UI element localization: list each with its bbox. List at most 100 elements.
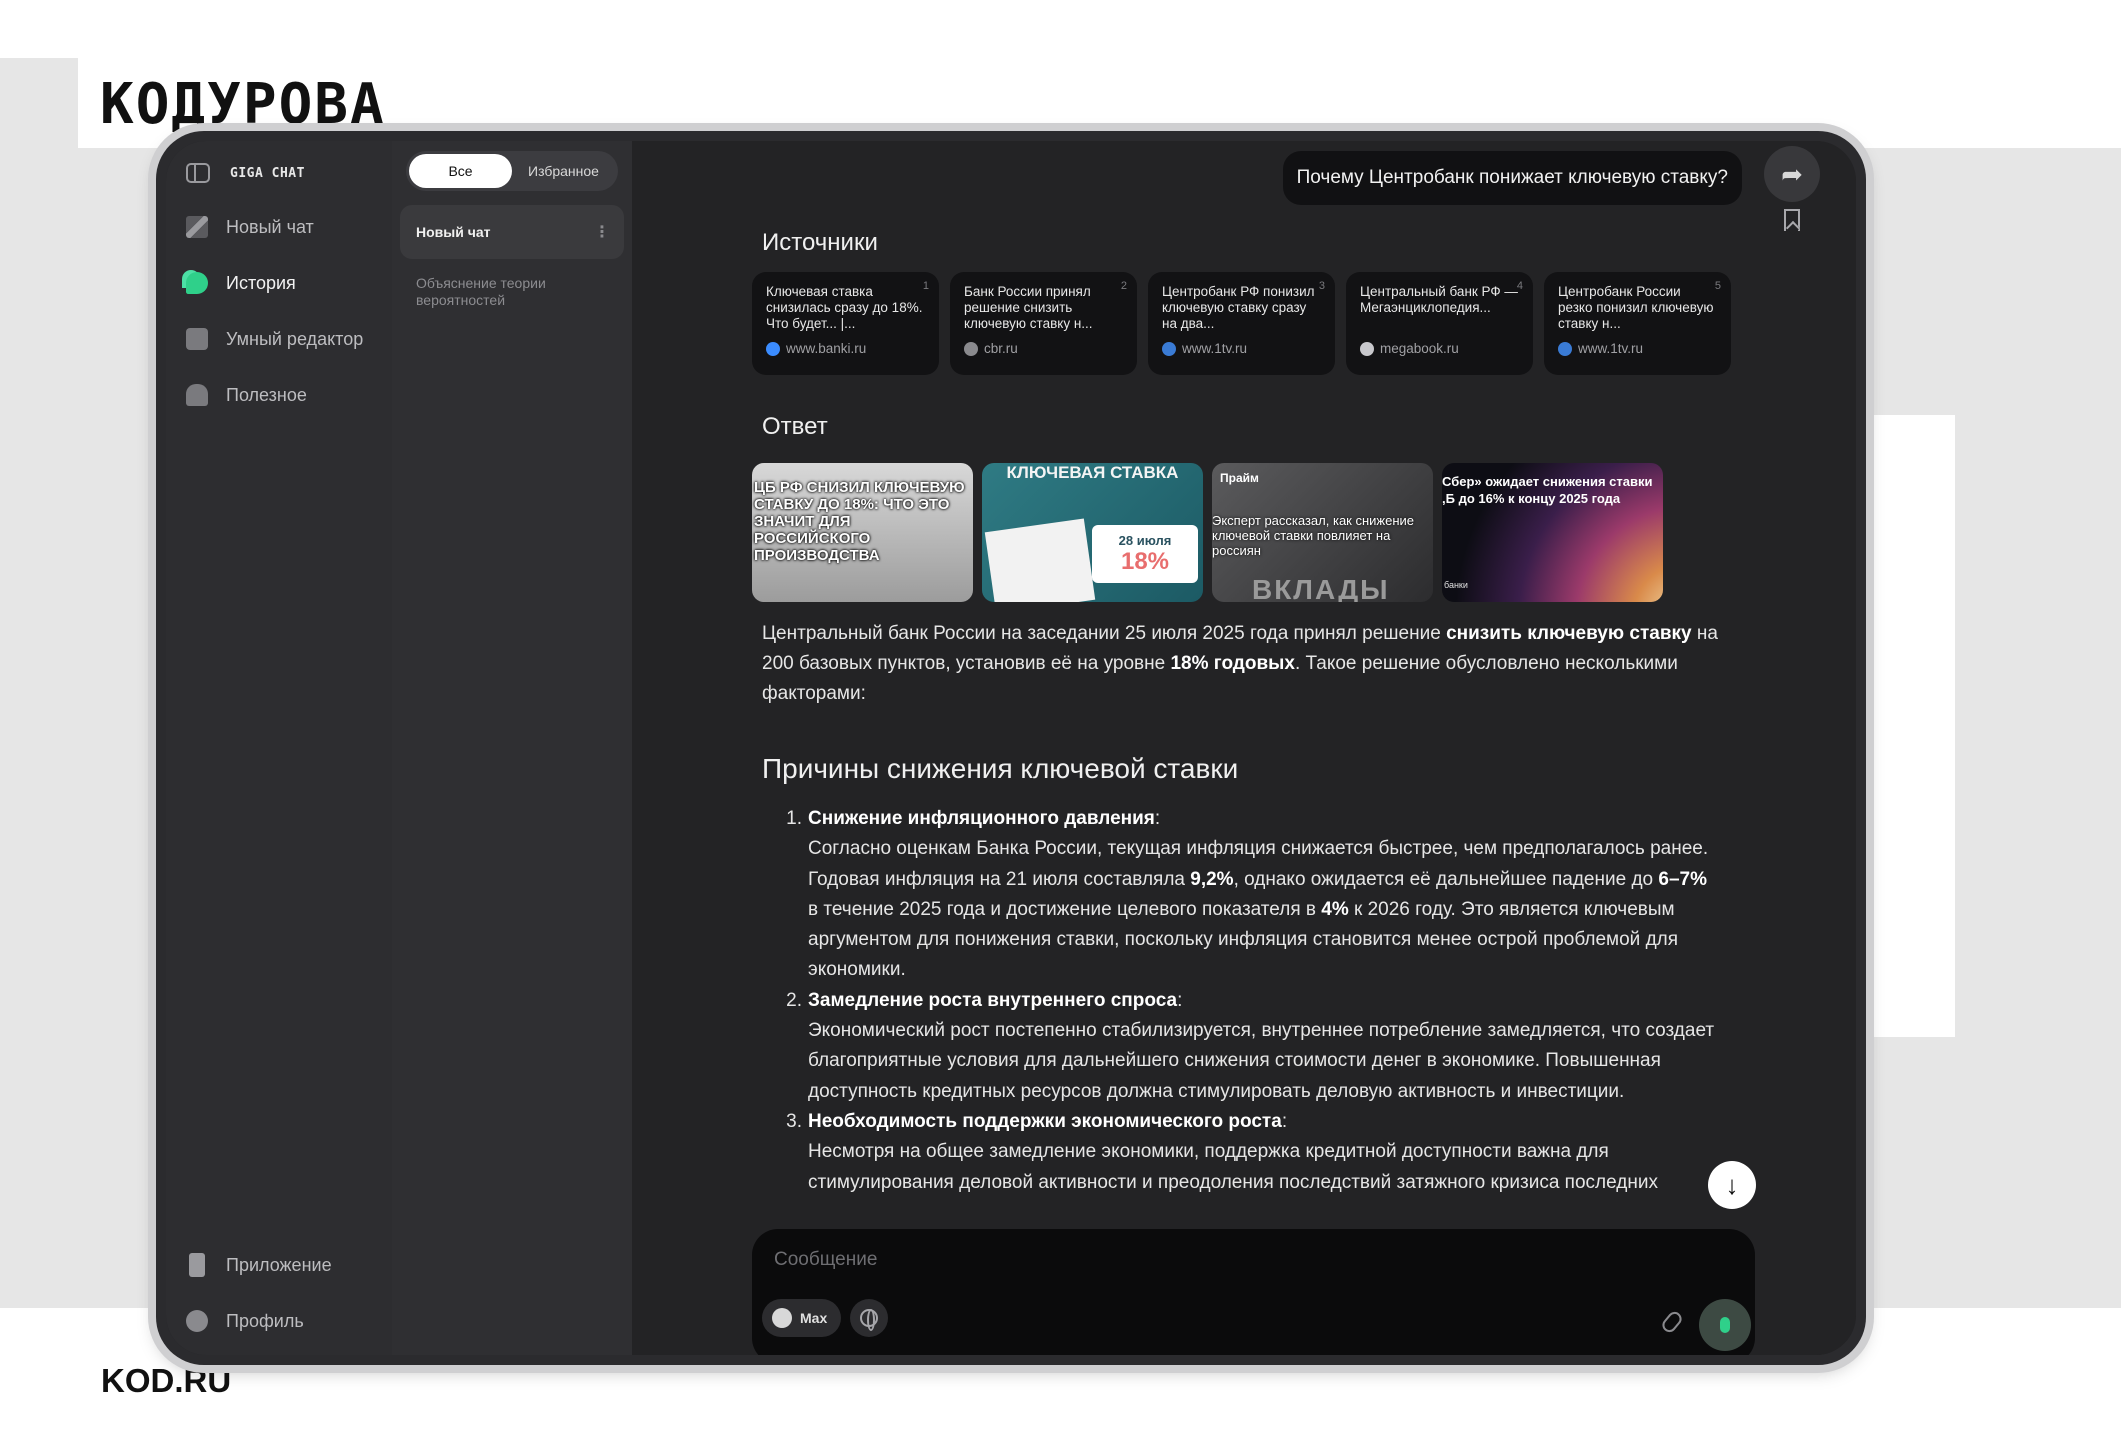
profile-icon bbox=[186, 1310, 208, 1332]
list-number: 3. bbox=[786, 1110, 802, 1132]
reasons-heading: Причины снижения ключевой ставки bbox=[762, 753, 1239, 784]
sidebar-item-profile[interactable]: Профиль bbox=[166, 1293, 392, 1349]
image-caption: Эксперт рассказал, как снижение ключевой… bbox=[1212, 513, 1415, 558]
source-card[interactable]: 4 Центральный банк РФ — Мегаэнциклопедия… bbox=[1346, 272, 1533, 375]
user-message: Почему Центробанк понижает ключевую став… bbox=[1282, 151, 1742, 205]
sidebar-item-new-chat[interactable]: Новый чат bbox=[166, 199, 392, 255]
image-logo: банки bbox=[1444, 580, 1468, 590]
background-panel-left bbox=[0, 58, 78, 1308]
history-item-active[interactable]: Новый чат ⋮ bbox=[400, 205, 624, 259]
sidebar-item-app[interactable]: Приложение bbox=[166, 1237, 392, 1293]
device-frame: GIGA CHAT Новый чат История Умный редакт… bbox=[156, 131, 1866, 1365]
sidebar-item-label: Приложение bbox=[226, 1254, 332, 1275]
app-logo[interactable]: GIGA CHAT bbox=[230, 167, 305, 180]
source-site: www.1tv.ru bbox=[1162, 341, 1321, 356]
sidebar-item-label: Профиль bbox=[226, 1310, 304, 1331]
source-title: Центральный банк РФ — Мегаэнциклопедия..… bbox=[1360, 284, 1518, 315]
phone-icon bbox=[189, 1253, 205, 1277]
sidebar-toggle-icon[interactable] bbox=[186, 163, 210, 183]
reason-text: Экономический рост постепенно стабилизир… bbox=[808, 1020, 1715, 1102]
source-title: Ключевая ставка снизилась сразу до 18%. … bbox=[766, 284, 923, 331]
image-caption: ЦБ РФ СНИЗИЛ КЛЮЧЕВУЮ СТАВКУ ДО 18%: ЧТО… bbox=[754, 479, 965, 564]
list-item: 3. Необходимость поддержки экономическог… bbox=[762, 1107, 1722, 1198]
list-item: 1. Снижение инфляционного давления: Согл… bbox=[762, 804, 1722, 986]
chat-area: Почему Центробанк понижает ключевую став… bbox=[632, 141, 1856, 1355]
editor-icon bbox=[186, 328, 208, 350]
source-number: 2 bbox=[1120, 280, 1127, 292]
sidebar-item-smart-editor[interactable]: Умный редактор bbox=[166, 311, 392, 367]
model-selector[interactable]: Max bbox=[762, 1299, 842, 1337]
sidebar-item-label: Полезное bbox=[226, 384, 307, 405]
web-search-toggle[interactable] bbox=[850, 1299, 888, 1337]
image-results: ЦБ РФ СНИЗИЛ КЛЮЧЕВУЮ СТАВКУ ДО 18%: ЧТО… bbox=[752, 463, 1663, 602]
filter-all-button[interactable]: Все bbox=[409, 154, 512, 188]
list-body: Необходимость поддержки экономического р… bbox=[808, 1110, 1658, 1193]
source-site: cbr.ru bbox=[964, 341, 1123, 356]
reason-text: Несмотря на общее замедление экономики, … bbox=[808, 1141, 1658, 1193]
chart-thumbnail bbox=[984, 518, 1096, 602]
image-result[interactable]: ЦБ РФ СНИЗИЛ КЛЮЧЕВУЮ СТАВКУ ДО 18%: ЧТО… bbox=[752, 463, 973, 602]
list-number: 1. bbox=[786, 808, 802, 829]
answer-bold: 18% годовых bbox=[1170, 653, 1295, 674]
bookmark-icon[interactable] bbox=[1784, 209, 1800, 231]
sidebar-bottom: Приложение Профиль bbox=[166, 1237, 392, 1355]
useful-icon bbox=[186, 384, 208, 406]
sidebar-item-history[interactable]: История bbox=[166, 255, 392, 311]
source-title: Банк России принял решение снизить ключе… bbox=[964, 284, 1093, 331]
sidebar-item-label: История bbox=[226, 272, 296, 293]
answer-text: Центральный банк России на заседании 25 … bbox=[762, 623, 1447, 644]
voice-input-button[interactable] bbox=[1699, 1299, 1751, 1351]
history-item-label: Новый чат bbox=[416, 224, 491, 240]
reason-bold: 4% bbox=[1321, 898, 1349, 920]
source-card[interactable]: 2 Банк России принял решение снизить клю… bbox=[950, 272, 1137, 375]
reasons-list: 1. Снижение инфляционного давления: Согл… bbox=[762, 804, 1722, 1198]
source-site-label: www.1tv.ru bbox=[1578, 341, 1644, 356]
history-item[interactable]: Объяснение теории вероятностей bbox=[400, 275, 624, 309]
sidebar-item-useful[interactable]: Полезное bbox=[166, 367, 392, 423]
image-result[interactable]: КЛЮЧЕВАЯ СТАВКА 28 июля 18% bbox=[982, 463, 1203, 602]
model-icon bbox=[772, 1308, 792, 1328]
image-result[interactable]: Прайм Эксперт рассказал, как снижение кл… bbox=[1212, 463, 1433, 602]
source-card[interactable]: 3 Центробанк РФ понизил ключевую ставку … bbox=[1148, 272, 1335, 375]
source-site-label: cbr.ru bbox=[984, 341, 1018, 356]
answer-bold: снизить ключевую ставку bbox=[1446, 623, 1692, 644]
list-body: Снижение инфляционного давления: Согласн… bbox=[808, 808, 1709, 981]
source-site-label: www.banki.ru bbox=[786, 341, 867, 356]
sidebar-item-label: Новый чат bbox=[226, 216, 314, 237]
more-options-icon[interactable]: ⋮ bbox=[594, 222, 610, 242]
1tv-favicon-icon bbox=[1558, 341, 1572, 356]
source-title: Центробанк России резко понизил ключевую… bbox=[1558, 284, 1714, 331]
sidebar: GIGA CHAT Новый чат История Умный редакт… bbox=[166, 141, 392, 1355]
image-word: ВКЛАДЫ bbox=[1252, 574, 1390, 602]
share-button[interactable]: ➦ bbox=[1764, 146, 1820, 202]
history-icon bbox=[186, 272, 208, 294]
reason-bold: 9,2% bbox=[1190, 868, 1234, 890]
reason-bold: 6–7% bbox=[1658, 868, 1707, 890]
attach-icon[interactable] bbox=[1659, 1309, 1685, 1335]
sidebar-item-label: Умный редактор bbox=[226, 328, 364, 349]
message-composer: Сообщение Max bbox=[752, 1229, 1755, 1355]
source-site-label: www.1tv.ru bbox=[1182, 341, 1248, 356]
brand-footer: KOD.RU bbox=[101, 1362, 232, 1399]
answer-heading: Ответ bbox=[762, 413, 828, 440]
source-title: Центробанк РФ понизил ключевую ставку ср… bbox=[1162, 284, 1315, 331]
reason-title: Замедление роста внутреннего спроса bbox=[808, 989, 1178, 1011]
source-card[interactable]: 5 Центробанк России резко понизил ключев… bbox=[1544, 272, 1731, 375]
source-number: 5 bbox=[1714, 280, 1721, 292]
image-result[interactable]: Сбер» ожидает снижения ставки ,Б до 16% … bbox=[1442, 463, 1663, 602]
microphone-icon bbox=[1720, 1317, 1730, 1333]
source-site-label: megabook.ru bbox=[1380, 341, 1459, 356]
history-panel: Все Избранное Новый чат ⋮ Объяснение тео… bbox=[392, 141, 632, 1355]
reason-title: Необходимость поддержки экономического р… bbox=[808, 1110, 1282, 1132]
scroll-down-button[interactable]: ↓ bbox=[1708, 1161, 1756, 1209]
globe-icon bbox=[860, 1309, 878, 1331]
image-caption: КЛЮЧЕВАЯ СТАВКА bbox=[1006, 463, 1179, 482]
list-item: 2. Замедление роста внутреннего спроса: … bbox=[762, 986, 1722, 1107]
history-filter: Все Избранное bbox=[406, 151, 618, 191]
filter-favorites-button[interactable]: Избранное bbox=[512, 154, 615, 188]
list-number: 2. bbox=[786, 989, 802, 1011]
sidebar-header: GIGA CHAT bbox=[166, 147, 392, 199]
brand-logo: KOДУРОВА bbox=[100, 72, 386, 137]
source-card[interactable]: 1 Ключевая ставка снизилась сразу до 18%… bbox=[752, 272, 939, 375]
message-input[interactable]: Сообщение bbox=[774, 1249, 877, 1271]
